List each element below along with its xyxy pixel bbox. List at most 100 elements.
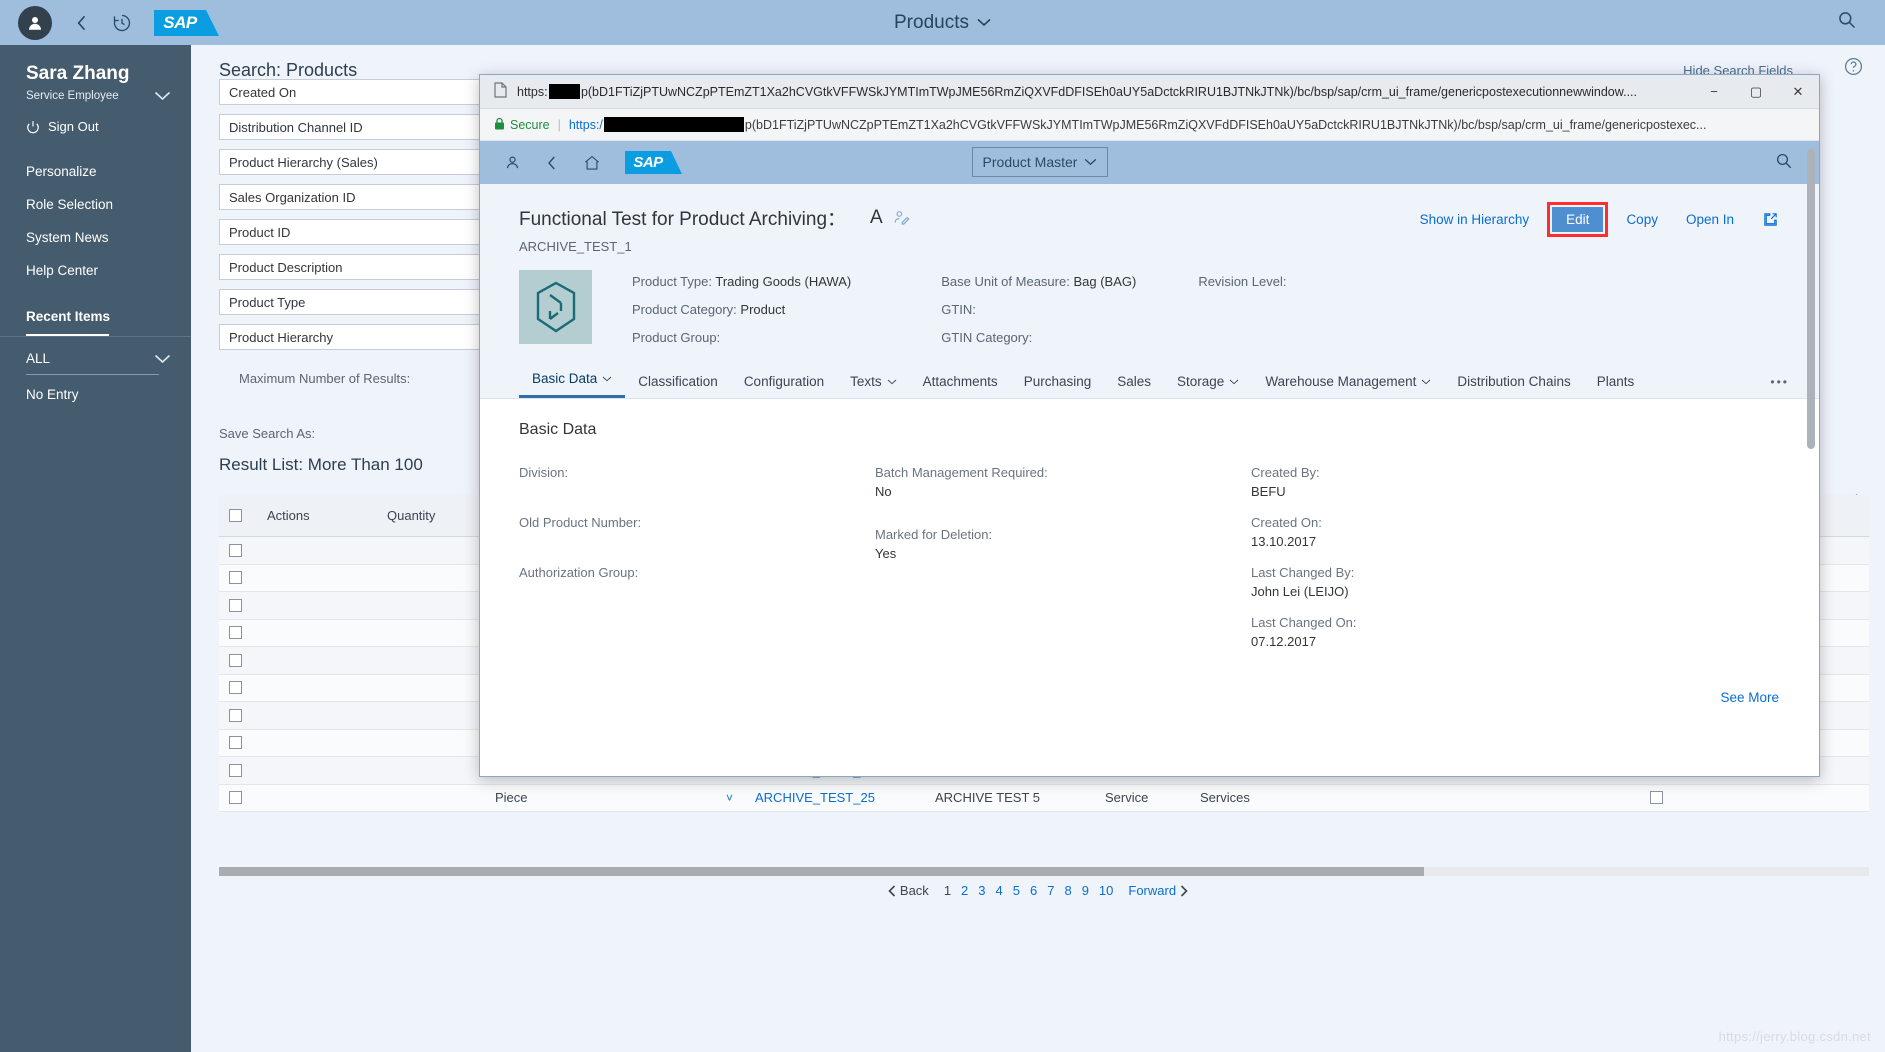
see-more-link[interactable]: See More bbox=[1720, 690, 1779, 705]
select-all-checkbox[interactable] bbox=[219, 509, 257, 522]
tab-sales[interactable]: Sales bbox=[1104, 374, 1164, 398]
fact-gtin-category: GTIN Category: bbox=[941, 330, 1136, 345]
sidebar-item-help-center[interactable]: Help Center bbox=[0, 254, 191, 287]
tab-purchasing[interactable]: Purchasing bbox=[1011, 374, 1105, 398]
history-icon[interactable] bbox=[112, 13, 132, 33]
tab-classification[interactable]: Classification bbox=[625, 374, 731, 398]
pager-page-2[interactable]: 2 bbox=[961, 883, 968, 898]
page-title: Products bbox=[894, 11, 969, 33]
row-select-checkbox[interactable] bbox=[219, 681, 257, 695]
pager-page-7[interactable]: 7 bbox=[1047, 883, 1054, 898]
show-in-hierarchy-button[interactable]: Show in Hierarchy bbox=[1406, 207, 1544, 232]
product-link[interactable]: ARCHIVE_TEST_25 bbox=[755, 790, 875, 805]
field-value: BEFU bbox=[1251, 484, 1286, 499]
pager-back-button[interactable]: Back bbox=[888, 883, 929, 898]
sidebar-item-personalize[interactable]: Personalize bbox=[0, 155, 191, 188]
inner-back-icon[interactable] bbox=[545, 154, 559, 172]
max-results-label: Maximum Number of Results: bbox=[239, 371, 411, 386]
inner-home-icon[interactable] bbox=[583, 154, 601, 172]
sidebar-item-system-news[interactable]: System News bbox=[0, 221, 191, 254]
horizontal-scrollbar-thumb[interactable] bbox=[219, 867, 1424, 876]
tabs-overflow-button[interactable]: ••• bbox=[1770, 375, 1789, 389]
row-select-checkbox[interactable] bbox=[219, 653, 257, 667]
pager-page-10[interactable]: 10 bbox=[1099, 883, 1113, 898]
pager-page-3[interactable]: 3 bbox=[978, 883, 985, 898]
sidebar-user-chevron-down-icon[interactable] bbox=[154, 89, 171, 104]
browser-title-bar[interactable]: https: p(bD1FTiZjPTUwNCZpPTEmZT1Xa2hCVGtk… bbox=[480, 75, 1819, 109]
open-in-button[interactable]: Open In bbox=[1672, 207, 1748, 232]
search-icon[interactable] bbox=[1837, 10, 1857, 35]
pager-page-6[interactable]: 6 bbox=[1030, 883, 1037, 898]
chevron-down-icon[interactable] bbox=[602, 376, 612, 382]
field-label: Division: bbox=[519, 465, 569, 480]
pager-forward-button[interactable]: Forward bbox=[1128, 883, 1188, 898]
fact-column-1: Product Type: Trading Goods (HAWA) Produ… bbox=[632, 270, 851, 345]
open-external-icon[interactable] bbox=[1748, 206, 1793, 233]
row-select-checkbox[interactable] bbox=[219, 708, 257, 722]
pager-page-1[interactable]: 1 bbox=[944, 883, 951, 898]
chevron-down-icon[interactable]: ˅ bbox=[726, 791, 733, 805]
pager-page-4[interactable]: 4 bbox=[996, 883, 1003, 898]
shell-bar: SAP Products bbox=[0, 0, 1885, 45]
tab-texts[interactable]: Texts bbox=[837, 374, 910, 398]
pager-page-5[interactable]: 5 bbox=[1013, 883, 1020, 898]
horizontal-scrollbar-track[interactable] bbox=[219, 867, 1869, 876]
browser-address-bar[interactable]: Secure | https:/ p(bD1FTiZjPTUwNCZpPTEmZT… bbox=[480, 109, 1819, 141]
tab-warehouse-management[interactable]: Warehouse Management bbox=[1252, 374, 1444, 398]
tab-plants[interactable]: Plants bbox=[1584, 374, 1648, 398]
fact-product-group: Product Group: bbox=[632, 330, 851, 345]
row-select-checkbox[interactable] bbox=[219, 791, 257, 805]
row-select-checkbox[interactable] bbox=[219, 763, 257, 777]
tab-storage[interactable]: Storage bbox=[1164, 374, 1252, 398]
row-select-checkbox[interactable] bbox=[219, 736, 257, 750]
row-select-checkbox[interactable] bbox=[219, 598, 257, 612]
fact-base-unit: Base Unit of Measure: Bag (BAG) bbox=[941, 274, 1136, 289]
pager-page-8[interactable]: 8 bbox=[1064, 883, 1071, 898]
field-created-by: Created By: BEFU bbox=[1251, 465, 1357, 499]
sidebar-no-entry: No Entry bbox=[26, 387, 79, 402]
field-marked-for-deletion: Marked for Deletion: Yes bbox=[875, 527, 1251, 561]
tab-basic-data[interactable]: Basic Data bbox=[519, 371, 626, 398]
copy-button[interactable]: Copy bbox=[1612, 207, 1672, 232]
back-icon[interactable] bbox=[74, 13, 90, 33]
sidebar-filter-all[interactable]: ALL bbox=[0, 337, 191, 374]
object-status: A bbox=[870, 206, 883, 228]
chevron-down-icon[interactable] bbox=[887, 379, 897, 385]
inner-user-icon[interactable] bbox=[504, 154, 521, 171]
row-select-checkbox[interactable] bbox=[219, 543, 257, 557]
cell-flag-checkbox[interactable] bbox=[1640, 791, 1700, 805]
user-avatar-icon[interactable] bbox=[18, 5, 52, 40]
redacted-host-bar-2 bbox=[603, 117, 744, 132]
close-button[interactable]: ✕ bbox=[1777, 75, 1819, 108]
sidebar-item-role-selection[interactable]: Role Selection bbox=[0, 188, 191, 221]
maximize-button[interactable]: ▢ bbox=[1735, 75, 1777, 108]
app-selector[interactable]: Product Master bbox=[972, 147, 1108, 177]
table-row[interactable]: Piece ˅ ARCHIVE_TEST_25 ARCHIVE TEST 5 Servi… bbox=[219, 784, 1869, 812]
tab-attachments[interactable]: Attachments bbox=[910, 374, 1011, 398]
field-value: Yes bbox=[875, 546, 897, 561]
minimize-button[interactable]: − bbox=[1693, 75, 1735, 108]
chevron-down-icon bbox=[154, 354, 171, 363]
edit-pencil-icon[interactable] bbox=[893, 209, 910, 226]
tab-distribution-chains[interactable]: Distribution Chains bbox=[1444, 374, 1583, 398]
fact-column-3: Revision Level: bbox=[1198, 270, 1286, 345]
inner-search-icon[interactable] bbox=[1775, 152, 1793, 175]
app-selector-label: Product Master bbox=[982, 154, 1078, 170]
sidebar-item-label: Sign Out bbox=[48, 119, 99, 134]
object-tabs: Basic Data Classification Configuration Tex… bbox=[480, 365, 1819, 399]
row-select-checkbox[interactable] bbox=[219, 571, 257, 585]
field-value bbox=[519, 534, 875, 549]
sidebar-item-sign-out[interactable]: Sign Out bbox=[0, 112, 191, 141]
tab-configuration[interactable]: Configuration bbox=[731, 374, 837, 398]
chevron-down-icon[interactable] bbox=[1421, 379, 1431, 385]
cell-product-id[interactable]: ARCHIVE_TEST_25 bbox=[745, 790, 925, 805]
pager-page-9[interactable]: 9 bbox=[1082, 883, 1089, 898]
row-select-checkbox[interactable] bbox=[219, 626, 257, 640]
chevron-down-icon bbox=[977, 18, 991, 27]
edit-button[interactable]: Edit bbox=[1552, 207, 1604, 232]
cell-unit[interactable]: Piece ˅ bbox=[485, 790, 745, 805]
inner-sap-logo: SAP bbox=[625, 151, 682, 174]
chevron-down-icon[interactable] bbox=[1229, 379, 1239, 385]
panel-scrollbar-thumb[interactable] bbox=[1807, 149, 1815, 449]
help-icon[interactable] bbox=[1844, 57, 1863, 82]
